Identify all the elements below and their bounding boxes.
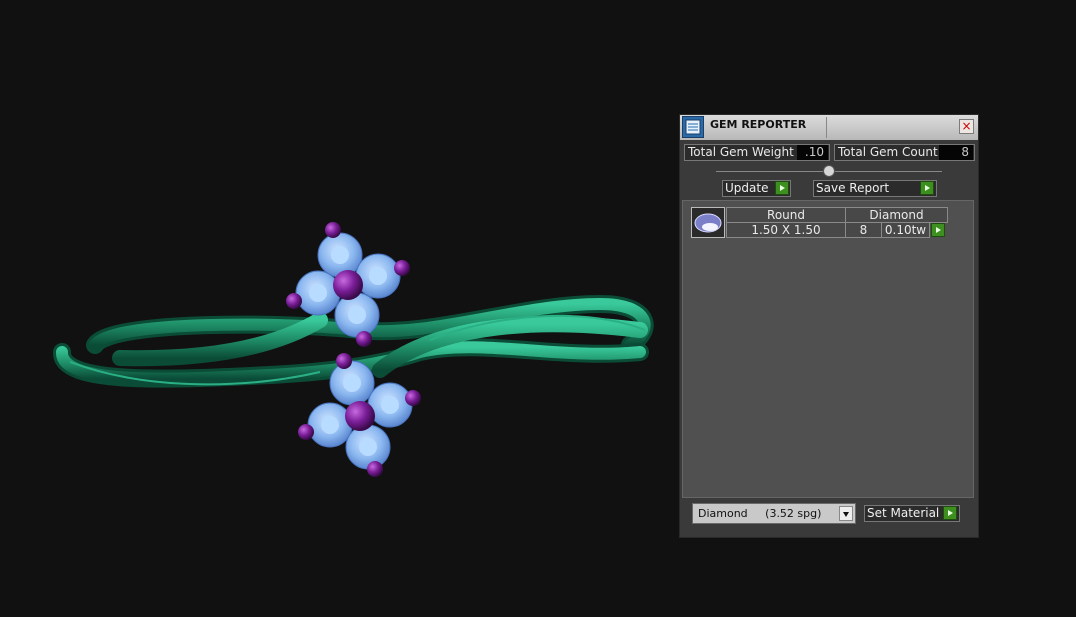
update-button[interactable]: Update <box>722 180 791 197</box>
play-arrow-icon <box>943 506 957 520</box>
gem-thumbnail-icon[interactable] <box>691 207 725 238</box>
panel-titlebar[interactable]: GEM REPORTER × <box>680 115 978 140</box>
gem-shape-header: Round <box>726 207 846 223</box>
material-select[interactable]: Diamond (3.52 spg) <box>692 503 856 524</box>
splitter-handle[interactable] <box>823 165 835 177</box>
close-icon[interactable]: × <box>959 119 974 134</box>
title-separator <box>826 117 827 138</box>
play-arrow-icon[interactable] <box>931 223 945 237</box>
gem-weight-cell: 0.10tw <box>881 222 930 238</box>
set-material-button[interactable]: Set Material <box>864 505 960 522</box>
play-arrow-icon <box>775 181 789 195</box>
gem-size-cell: 1.50 X 1.50 <box>726 222 846 238</box>
gem-reporter-icon <box>682 116 704 138</box>
panel-title: GEM REPORTER <box>710 118 807 131</box>
save-report-button[interactable]: Save Report <box>813 180 937 197</box>
gem-reporter-panel: GEM REPORTER × Total Gem Weight .10 Tota… <box>679 114 979 538</box>
play-arrow-icon <box>920 181 934 195</box>
total-gem-count-value: 8 <box>939 145 973 160</box>
gem-material-header: Diamond <box>845 207 948 223</box>
dropdown-arrow-icon[interactable] <box>839 506 853 521</box>
gem-count-cell: 8 <box>845 222 882 238</box>
gem-list: Round Diamond 1.50 X 1.50 8 0.10tw <box>682 200 974 498</box>
total-gem-weight-value: .10 <box>797 145 828 160</box>
